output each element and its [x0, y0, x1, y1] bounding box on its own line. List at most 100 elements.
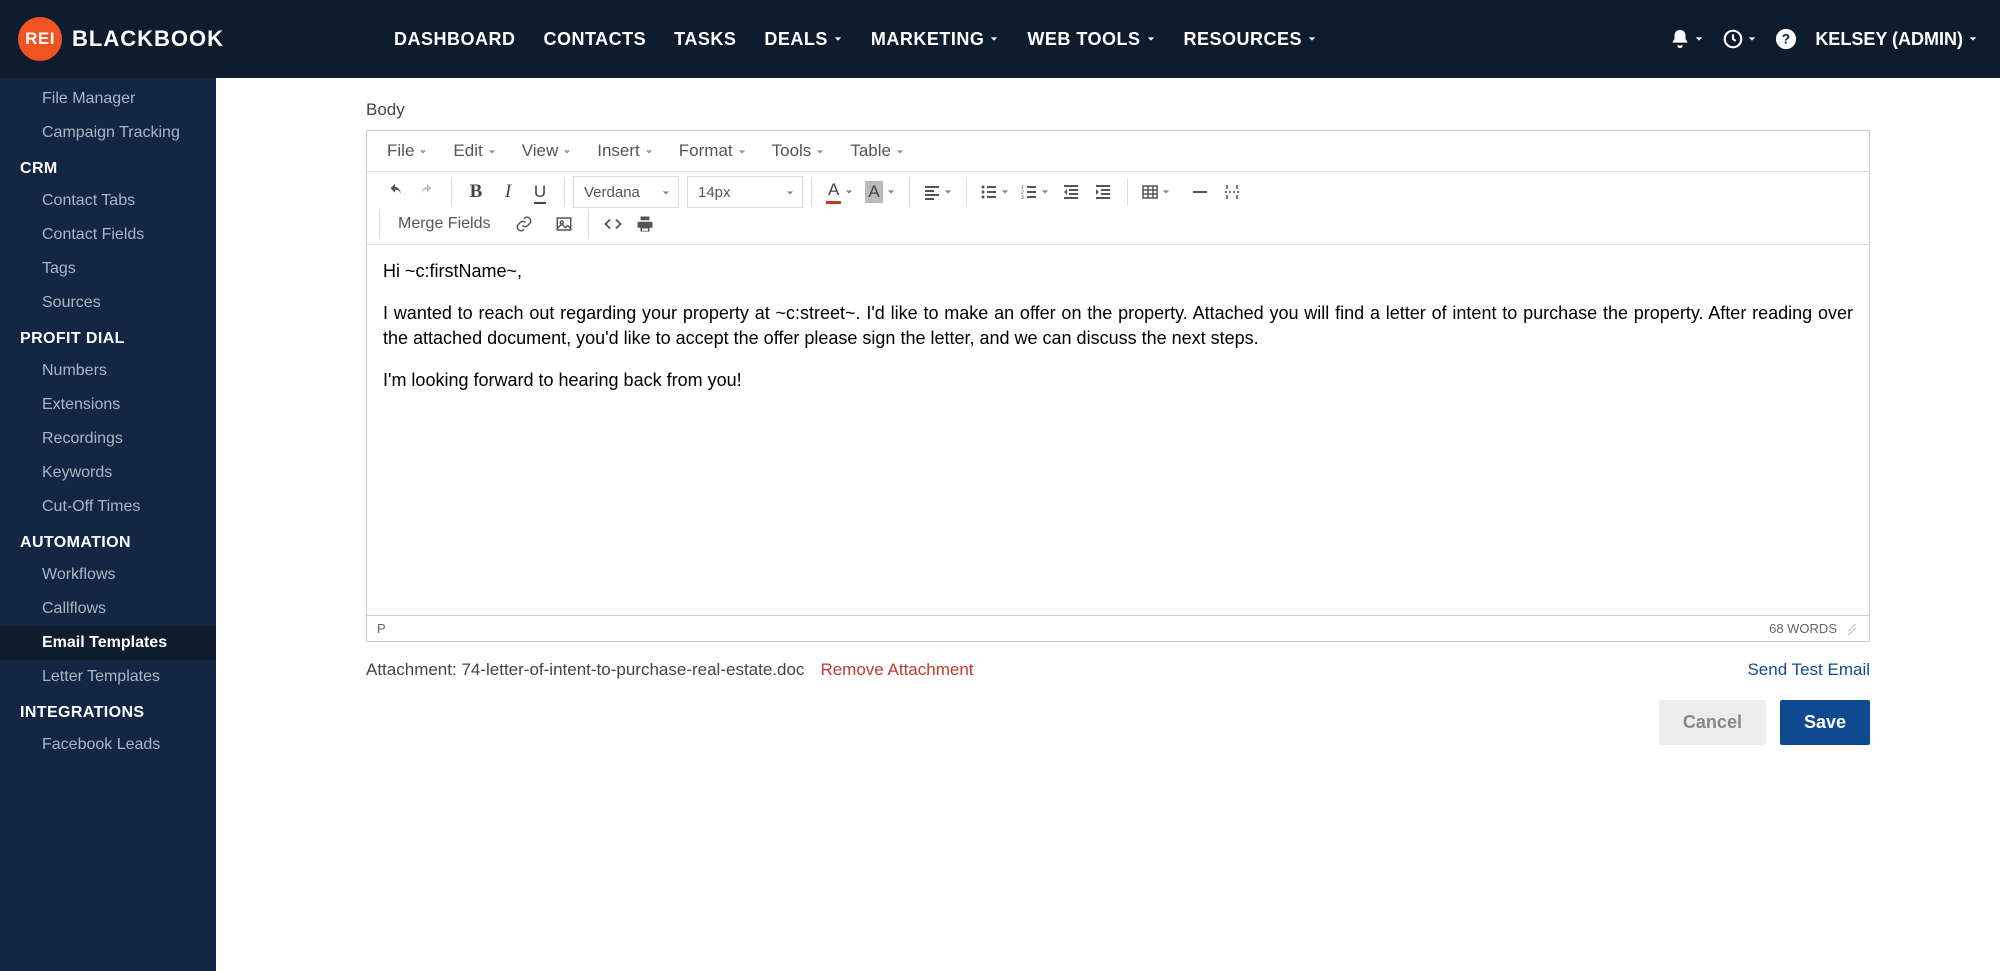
nav-item-label: DASHBOARD [394, 29, 516, 50]
menubar-label: Tools [772, 141, 812, 161]
nav-item-dashboard[interactable]: DASHBOARD [394, 29, 516, 50]
sidebar-item-contact-fields[interactable]: Contact Fields [0, 218, 216, 252]
image-button[interactable] [548, 208, 580, 240]
sidebar-heading: PROFIT DIAL [0, 320, 216, 354]
sidebar-item-numbers[interactable]: Numbers [0, 354, 216, 388]
underline-button[interactable]: U [524, 176, 556, 208]
chevron-down-icon [1695, 35, 1704, 44]
menubar-label: Edit [453, 141, 482, 161]
nav-item-label: CONTACTS [544, 29, 647, 50]
top-navbar: REI BLACKBOOK DASHBOARD CONTACTS TASKS DEAL… [0, 0, 2000, 78]
source-code-button[interactable] [597, 208, 629, 240]
menubar-label: Insert [597, 141, 640, 161]
sidebar-item-extensions[interactable]: Extensions [0, 388, 216, 422]
align-button[interactable] [918, 176, 958, 208]
table-button[interactable] [1136, 176, 1176, 208]
chevron-down-icon [887, 183, 895, 201]
bold-button[interactable]: B [460, 176, 492, 208]
sidebar-item-keywords[interactable]: Keywords [0, 456, 216, 490]
redo-button[interactable] [411, 176, 443, 208]
menubar-insert[interactable]: Insert [587, 137, 663, 165]
brand-badge: REI [18, 17, 62, 61]
editor-statusbar: P 68 WORDS [367, 615, 1869, 641]
sidebar-heading: CRM [0, 150, 216, 184]
horizontal-rule-button[interactable] [1184, 176, 1216, 208]
sidebar-item-tags[interactable]: Tags [0, 252, 216, 286]
font-family-select[interactable]: Verdana [573, 176, 679, 208]
menubar-table[interactable]: Table [840, 137, 914, 165]
sidebar-item-contact-tabs[interactable]: Contact Tabs [0, 184, 216, 218]
cancel-button[interactable]: Cancel [1659, 700, 1766, 745]
link-button[interactable] [508, 208, 540, 240]
sidebar-item-facebook-leads[interactable]: Facebook Leads [0, 728, 216, 762]
font-size-select[interactable]: 14px [687, 176, 803, 208]
menubar-edit[interactable]: Edit [443, 137, 505, 165]
history-icon[interactable] [1722, 28, 1757, 50]
nav-right: ? KELSEY (ADMIN) [1669, 28, 1978, 50]
resize-handle[interactable] [1845, 621, 1859, 635]
send-test-email-link[interactable]: Send Test Email [1747, 660, 1870, 680]
word-count: 68 WORDS [1769, 621, 1837, 636]
outdent-button[interactable] [1055, 176, 1087, 208]
save-button[interactable]: Save [1780, 700, 1870, 745]
sidebar-item-cut-off-times[interactable]: Cut-Off Times [0, 490, 216, 524]
chevron-down-icon [1041, 183, 1049, 201]
sidebar-item-sources[interactable]: Sources [0, 286, 216, 320]
numbered-list-button[interactable]: 123 [1015, 176, 1055, 208]
attachment-row: Attachment: 74-letter-of-intent-to-purch… [366, 660, 1870, 680]
chevron-down-icon [419, 141, 427, 161]
menubar-view[interactable]: View [512, 137, 582, 165]
bullet-list-button[interactable] [975, 176, 1015, 208]
menubar-format[interactable]: Format [669, 137, 756, 165]
menubar-label: File [387, 141, 414, 161]
chevron-down-icon [845, 183, 853, 201]
font-size-value: 14px [698, 184, 731, 201]
email-body-paragraph: Hi ~c:firstName~, [383, 259, 1853, 283]
nav-item-tasks[interactable]: TASKS [674, 29, 736, 50]
nav-item-contacts[interactable]: CONTACTS [544, 29, 647, 50]
svg-text:?: ? [1782, 32, 1790, 47]
user-menu[interactable]: KELSEY (ADMIN) [1815, 29, 1978, 50]
sidebar-item-workflows[interactable]: Workflows [0, 558, 216, 592]
user-name-label: KELSEY (ADMIN) [1815, 29, 1963, 50]
sidebar-item-file-manager[interactable]: File Manager [0, 82, 216, 116]
element-path[interactable]: P [377, 621, 386, 636]
nav-item-label: TASKS [674, 29, 736, 50]
editor-content[interactable]: Hi ~c:firstName~, I wanted to reach out … [367, 245, 1869, 615]
indent-button[interactable] [1087, 176, 1119, 208]
font-family-value: Verdana [584, 184, 640, 201]
sidebar-item-callflows[interactable]: Callflows [0, 592, 216, 626]
nav-item-marketing[interactable]: MARKETING [871, 29, 1000, 50]
brand-logo[interactable]: REI BLACKBOOK [18, 17, 224, 61]
text-color-button[interactable]: A [820, 176, 859, 208]
nav-item-label: MARKETING [871, 29, 985, 50]
print-button[interactable] [629, 208, 661, 240]
sidebar-item-letter-templates[interactable]: Letter Templates [0, 660, 216, 694]
chevron-down-icon [786, 184, 794, 201]
sidebar-heading: AUTOMATION [0, 524, 216, 558]
nav-item-web-tools[interactable]: WEB TOOLS [1027, 29, 1155, 50]
sidebar-item-email-templates[interactable]: Email Templates [0, 626, 216, 660]
notifications-icon[interactable] [1669, 28, 1704, 50]
help-icon[interactable]: ? [1775, 28, 1797, 50]
nav-item-label: DEALS [764, 29, 828, 50]
sidebar-item-recordings[interactable]: Recordings [0, 422, 216, 456]
nav-item-deals[interactable]: DEALS [764, 29, 843, 50]
menubar-tools[interactable]: Tools [762, 137, 835, 165]
page-break-button[interactable] [1216, 176, 1248, 208]
nav-item-label: RESOURCES [1184, 29, 1303, 50]
undo-button[interactable] [379, 176, 411, 208]
italic-button[interactable]: I [492, 176, 524, 208]
chevron-down-icon [488, 141, 496, 161]
merge-fields-button[interactable]: Merge Fields [388, 208, 500, 240]
chevron-down-icon [1162, 183, 1170, 201]
nav-item-label: WEB TOOLS [1027, 29, 1140, 50]
sidebar: File ManagerCampaign TrackingCRMContact … [0, 78, 216, 971]
nav-item-resources[interactable]: RESOURCES [1184, 29, 1318, 50]
menubar-label: View [522, 141, 559, 161]
sidebar-item-campaign-tracking[interactable]: Campaign Tracking [0, 116, 216, 150]
email-body-paragraph: I wanted to reach out regarding your pro… [383, 301, 1853, 350]
highlight-color-button[interactable]: A [859, 176, 900, 208]
remove-attachment-link[interactable]: Remove Attachment [820, 660, 973, 680]
menubar-file[interactable]: File [377, 137, 437, 165]
